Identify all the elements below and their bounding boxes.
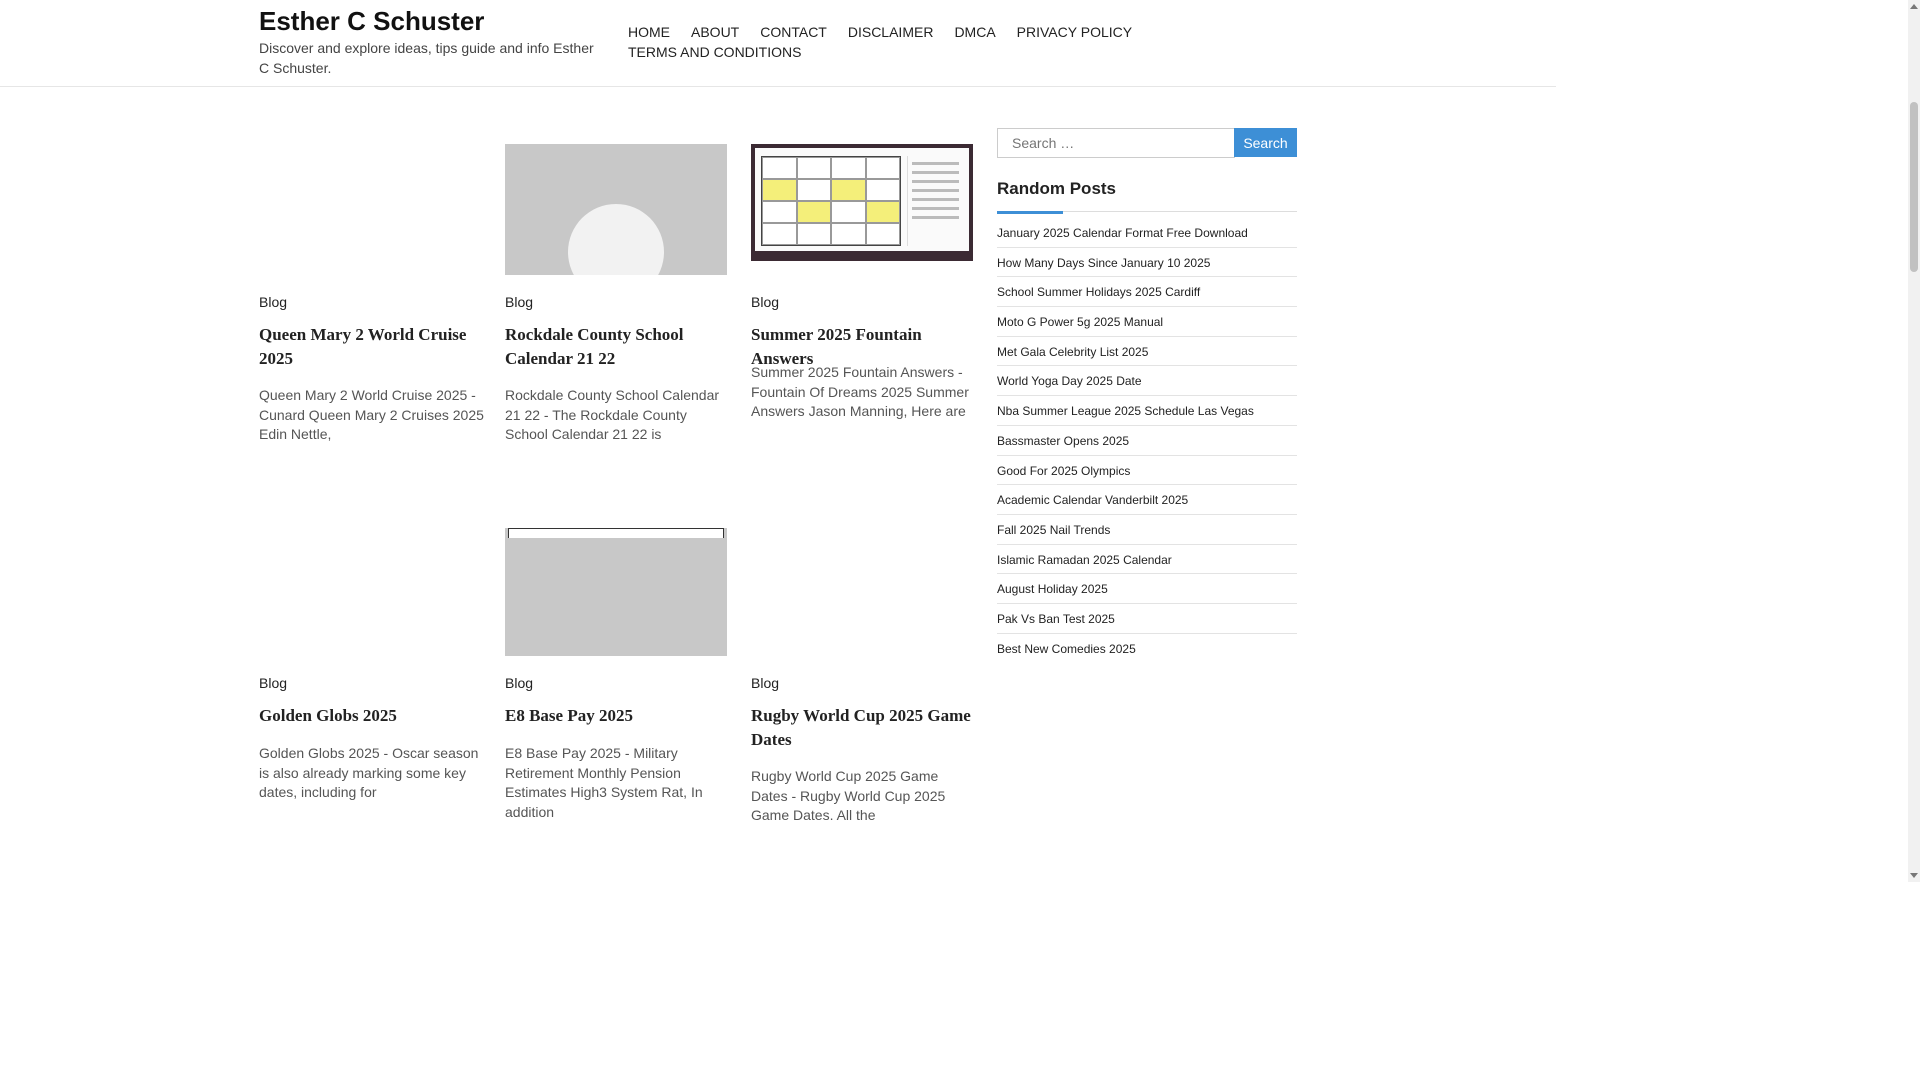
site-header: Esther C Schuster Discover and explore i… [0, 0, 1556, 87]
list-item[interactable]: Nba Summer League 2025 Schedule Las Vega… [997, 396, 1297, 426]
site-title[interactable]: Esther C Schuster [259, 6, 484, 37]
list-item[interactable]: Met Gala Celebrity List 2025 [997, 337, 1297, 367]
nav-dmca[interactable]: DMCA [954, 22, 995, 42]
search-button[interactable]: Search [1234, 128, 1297, 157]
post-category[interactable]: Blog [505, 675, 533, 691]
post-thumbnail[interactable] [259, 144, 481, 275]
post-excerpt: Rugby World Cup 2025 Game Dates - Rugby … [751, 768, 946, 823]
list-item[interactable]: How Many Days Since January 10 2025 [997, 248, 1297, 278]
post-thumbnail[interactable] [751, 144, 973, 261]
post-thumbnail[interactable] [505, 144, 727, 275]
nav-about[interactable]: ABOUT [691, 22, 739, 42]
post-thumbnail[interactable] [751, 528, 973, 656]
post-title[interactable]: E8 Base Pay 2025 [505, 704, 730, 728]
site-description: Discover and explore ideas, tips guide a… [259, 40, 594, 76]
list-item[interactable]: Bassmaster Opens 2025 [997, 426, 1297, 456]
post-thumbnail[interactable] [259, 528, 481, 656]
post-category[interactable]: Blog [751, 675, 779, 691]
random-posts-title: Random Posts [997, 179, 1117, 198]
nav-disclaimer[interactable]: DISCLAIMER [848, 22, 934, 42]
post-thumbnail[interactable] [505, 528, 727, 656]
list-item[interactable]: World Yoga Day 2025 Date [997, 366, 1297, 397]
search-input[interactable] [997, 128, 1235, 158]
post-title[interactable]: Rugby World Cup 2025 Game Dates [751, 704, 976, 751]
post-category[interactable]: Blog [259, 675, 287, 691]
main-nav: HOME ABOUT CONTACT DISCLAIMER DMCA PRIVACY PO… [628, 22, 1188, 62]
scroll-up-icon[interactable] [1910, 4, 1918, 9]
random-posts-list: January 2025 Calendar Format Free Downlo… [997, 218, 1297, 663]
post-excerpt: Summer 2025 Fountain Answers - Fountain … [751, 364, 969, 419]
post-excerpt: Queen Mary 2 World Cruise 2025 - Cunard … [259, 387, 484, 442]
list-item[interactable]: Best New Comedies 2025 [997, 634, 1297, 664]
nav-home[interactable]: HOME [628, 22, 670, 42]
post-excerpt: E8 Base Pay 2025 - Military Retirement M… [505, 745, 703, 820]
post-title[interactable]: Rockdale County School Calendar 21 22 [505, 323, 730, 370]
scroll-down-icon[interactable] [1910, 873, 1918, 878]
list-item[interactable]: School Summer Holidays 2025 Cardiff [997, 277, 1297, 308]
nav-privacy-policy[interactable]: PRIVACY POLICY [1017, 22, 1132, 42]
screenshot-image [755, 148, 969, 251]
list-item[interactable]: Academic Calendar Vanderbilt 2025 [997, 485, 1297, 515]
list-item[interactable]: Moto G Power 5g 2025 Manual [997, 307, 1297, 337]
avatar-placeholder-icon [568, 204, 664, 275]
list-item[interactable]: January 2025 Calendar Format Free Downlo… [997, 218, 1297, 248]
nav-contact[interactable]: CONTACT [760, 22, 827, 42]
post-category[interactable]: Blog [751, 294, 779, 310]
widget-divider-accent [997, 211, 1063, 214]
list-item[interactable]: August Holiday 2025 [997, 574, 1297, 604]
vertical-scrollbar[interactable] [1908, 0, 1920, 882]
list-item[interactable]: Pak Vs Ban Test 2025 [997, 604, 1297, 634]
scrollbar-thumb[interactable] [1910, 102, 1918, 272]
post-title[interactable]: Golden Globs 2025 [259, 704, 484, 728]
post-excerpt: Rockdale County School Calendar 21 22 - … [505, 387, 720, 442]
nav-terms-and-conditions[interactable]: TERMS AND CONDITIONS [628, 42, 801, 62]
post-excerpt: Golden Globs 2025 - Oscar season is also… [259, 745, 479, 800]
post-category[interactable]: Blog [505, 294, 533, 310]
document-image [508, 528, 724, 538]
list-item[interactable]: Fall 2025 Nail Trends [997, 515, 1297, 545]
post-category[interactable]: Blog [259, 294, 287, 310]
list-item[interactable]: Islamic Ramadan 2025 Calendar [997, 545, 1297, 575]
list-item[interactable]: Good For 2025 Olympics [997, 456, 1297, 486]
post-title[interactable]: Queen Mary 2 World Cruise 2025 [259, 323, 484, 370]
